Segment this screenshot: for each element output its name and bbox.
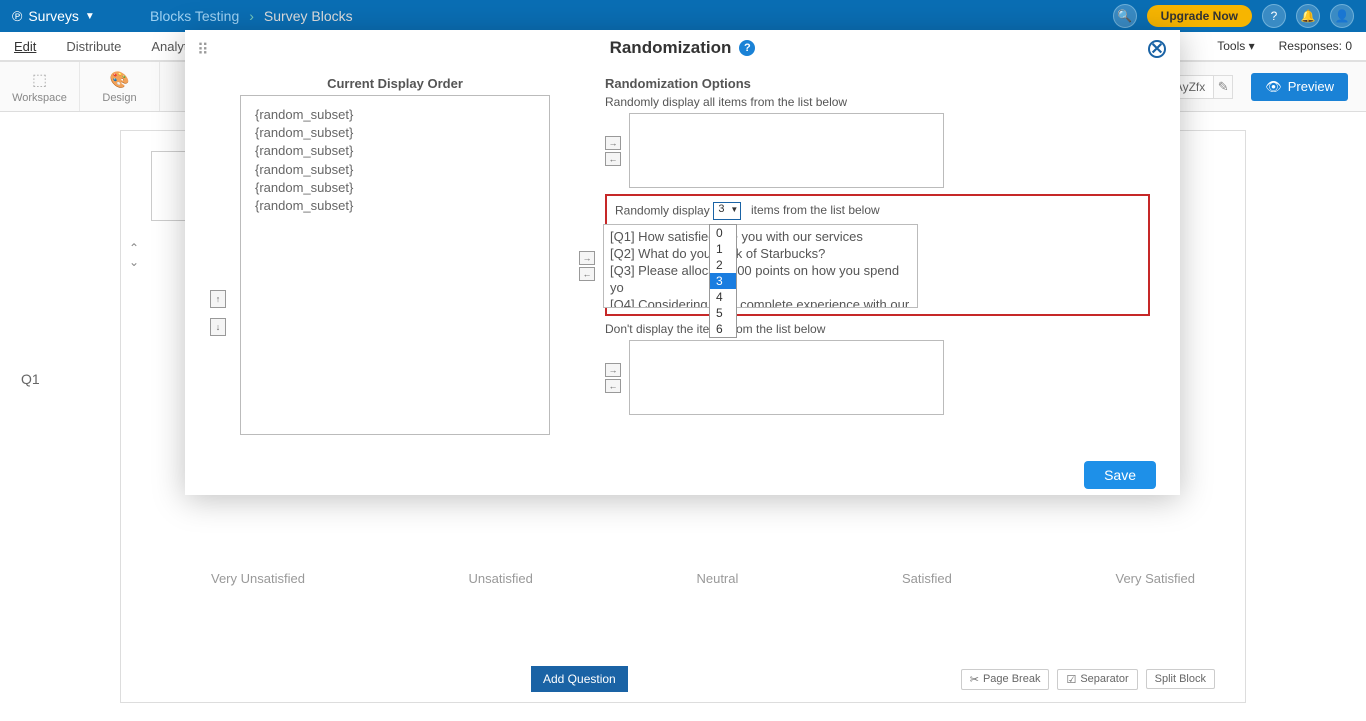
split-block-button[interactable]: Split Block [1146, 669, 1215, 689]
page-break-icon: ✂ [970, 673, 979, 686]
list-item[interactable]: [Q1] How satisfied are you with our serv… [610, 229, 911, 246]
scale-opt: Very Satisfied [1115, 571, 1195, 586]
separator-button[interactable]: ☑Separator [1057, 669, 1137, 690]
sec3-label: Don't display the items from the list be… [605, 322, 1150, 336]
brand-label: Surveys [28, 8, 79, 24]
randomization-modal: ⠿ Randomization ? ✕ Current Display Orde… [185, 30, 1180, 495]
left-col-title: Current Display Order [215, 76, 575, 91]
display-order-list[interactable]: {random_subset} {random_subset} {random_… [240, 95, 550, 435]
dropdown-option[interactable]: 4 [710, 289, 736, 305]
breadcrumb-sep-icon: › [249, 8, 254, 24]
dropdown-option[interactable]: 5 [710, 305, 736, 321]
brand-menu[interactable]: ℗ Surveys ▼ [0, 8, 130, 24]
edit-url-button[interactable]: ✎ [1213, 75, 1233, 99]
collapse-up-icon[interactable]: ⌃ [129, 241, 139, 255]
design-button[interactable]: 🎨 Design [80, 62, 160, 111]
tools-menu[interactable]: Tools ▾ [1217, 39, 1254, 53]
move-right-icon[interactable]: → [605, 136, 621, 150]
list-item[interactable]: {random_subset} [255, 106, 535, 124]
right-col-title: Randomization Options [605, 76, 1150, 91]
list-item[interactable]: {random_subset} [255, 161, 535, 179]
move-right-icon[interactable]: → [579, 251, 595, 265]
tab-distribute[interactable]: Distribute [66, 39, 121, 54]
responses-label: Responses: 0 [1279, 39, 1352, 53]
count-dropdown[interactable]: 0 1 2 3 4 5 6 [709, 224, 737, 338]
scale-opt: Satisfied [902, 571, 952, 586]
breadcrumb-leaf: Survey Blocks [264, 8, 353, 24]
move-up-icon[interactable]: ↑ [210, 290, 226, 308]
separator-icon: ☑ [1066, 673, 1076, 686]
sec2-pre: Randomly display [615, 203, 710, 217]
dropdown-option[interactable]: 2 [710, 257, 736, 273]
search-icon[interactable]: 🔍 [1113, 4, 1137, 28]
preview-button[interactable]: 👁 Preview [1251, 73, 1348, 101]
palette-icon: 🎨 [80, 70, 159, 90]
list-item[interactable]: {random_subset} [255, 197, 535, 215]
dropdown-option[interactable]: 6 [710, 321, 736, 337]
page-break-button[interactable]: ✂Page Break [961, 669, 1050, 690]
help-icon[interactable]: ? [739, 40, 755, 56]
likert-scale: Very Unsatisfied Unsatisfied Neutral Sat… [211, 571, 1195, 586]
sec1-label: Randomly display all items from the list… [605, 95, 1150, 109]
move-left-icon[interactable]: ← [605, 152, 621, 166]
close-icon[interactable]: ✕ [1148, 40, 1166, 58]
question-label: Q1 [21, 371, 40, 387]
scale-opt: Very Unsatisfied [211, 571, 305, 586]
eye-icon: 👁 [1265, 79, 1282, 95]
dropdown-option-selected[interactable]: 3 [710, 273, 736, 289]
dont-display-list[interactable] [629, 340, 944, 415]
save-button[interactable]: Save [1084, 461, 1156, 489]
scale-opt: Unsatisfied [469, 571, 533, 586]
workspace-icon: ⬚ [0, 70, 79, 90]
modal-title: Randomization [610, 38, 732, 58]
breadcrumb-root[interactable]: Blocks Testing [150, 8, 239, 24]
list-item[interactable]: [Q3] Please allocate 100 points on how y… [610, 263, 911, 297]
avatar[interactable]: 👤 [1330, 4, 1354, 28]
dropdown-option[interactable]: 1 [710, 241, 736, 257]
list-item[interactable]: [Q2] What do you think of Starbucks? [610, 246, 911, 263]
breadcrumb: Blocks Testing › Survey Blocks [150, 8, 353, 24]
dropdown-option[interactable]: 0 [710, 225, 736, 241]
workspace-button[interactable]: ⬚ Workspace [0, 62, 80, 111]
upgrade-button[interactable]: Upgrade Now [1147, 5, 1252, 27]
list-item[interactable]: [Q4] Considering your complete experienc… [610, 297, 911, 308]
list-item[interactable]: {random_subset} [255, 179, 535, 197]
bell-icon[interactable]: 🔔 [1296, 4, 1320, 28]
brand-logo-icon: ℗ [12, 8, 22, 24]
move-down-icon[interactable]: ↓ [210, 318, 226, 336]
drag-handle-icon[interactable]: ⠿ [197, 40, 206, 60]
collapse-down-icon[interactable]: ⌄ [129, 255, 139, 269]
count-select[interactable]: 3 [713, 202, 741, 220]
list-item[interactable]: {random_subset} [255, 124, 535, 142]
tab-analytics[interactable]: Analyt [151, 39, 187, 54]
move-right-icon[interactable]: → [605, 363, 621, 377]
add-question-button[interactable]: Add Question [531, 666, 628, 692]
list-item[interactable]: {random_subset} [255, 142, 535, 160]
move-left-icon[interactable]: ← [579, 267, 595, 281]
scale-opt: Neutral [696, 571, 738, 586]
brand-caret-icon: ▼ [85, 11, 95, 22]
all-items-list[interactable] [629, 113, 944, 188]
tab-edit[interactable]: Edit [14, 39, 36, 54]
sec2-post: items from the list below [751, 203, 880, 217]
move-left-icon[interactable]: ← [605, 379, 621, 393]
subset-items-list[interactable]: [Q1] How satisfied are you with our serv… [603, 224, 918, 308]
help-icon[interactable]: ? [1262, 4, 1286, 28]
